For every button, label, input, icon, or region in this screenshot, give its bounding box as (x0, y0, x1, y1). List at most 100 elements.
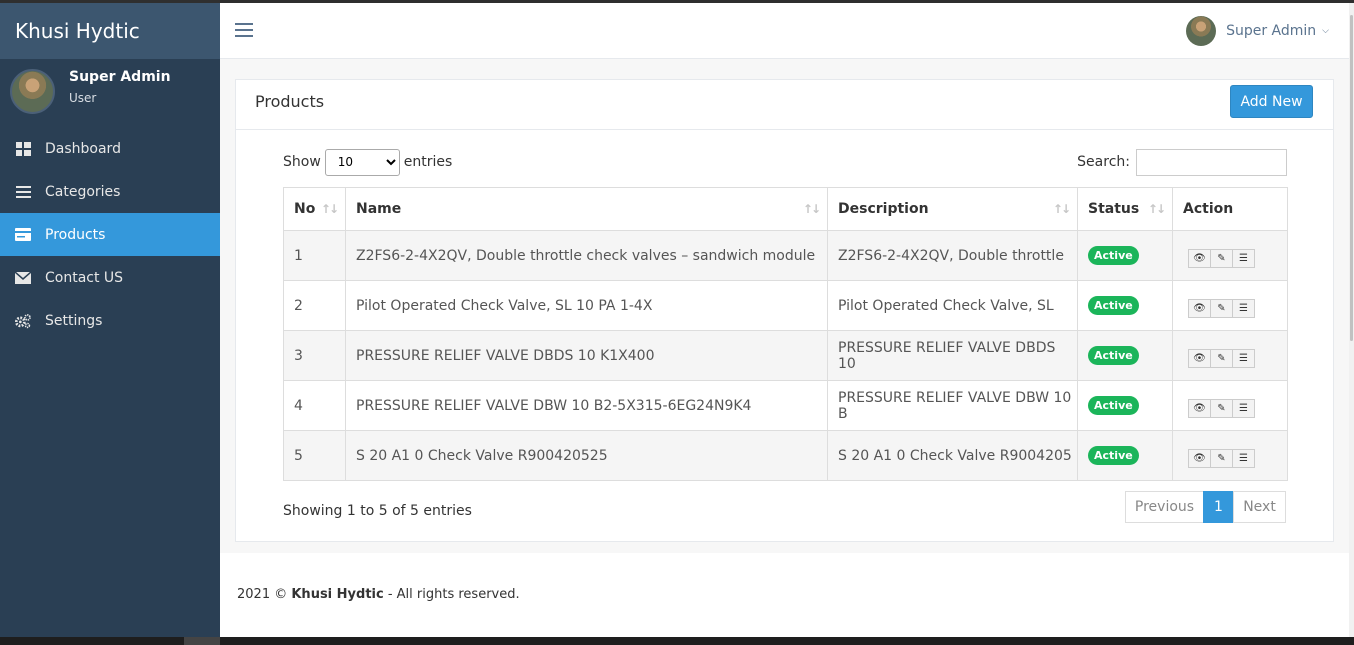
menu-icon[interactable]: ☰ (1232, 399, 1255, 418)
cell-description: S 20 A1 0 Check Valve R9004205 (827, 430, 1078, 481)
edit-icon[interactable]: ✎ (1210, 299, 1233, 318)
cell-name: PRESSURE RELIEF VALVE DBW 10 B2-5X315-6E… (345, 380, 828, 431)
envelope-icon (15, 270, 31, 286)
edit-icon[interactable]: ✎ (1210, 349, 1233, 368)
brand-title: Khusi Hydtic (15, 19, 140, 43)
menu-icon[interactable]: ☰ (1232, 299, 1255, 318)
column-header-action: Action (1172, 187, 1288, 231)
gears-icon (15, 313, 31, 329)
cell-no: 4 (283, 380, 346, 431)
view-icon[interactable]: 👁 (1188, 449, 1211, 468)
column-header-no[interactable]: No ↑↓ (283, 187, 346, 231)
user-name: Super Admin (1226, 23, 1317, 39)
cell-status: Active (1077, 380, 1173, 431)
sidebar-item-settings[interactable]: Settings (0, 299, 220, 342)
chevron-down-icon: ⌵ (1322, 26, 1329, 36)
copyright: 2021 © Khusi Hydtic - All rights reserve… (237, 587, 520, 602)
profile-role: User (69, 91, 97, 105)
search-input[interactable] (1136, 148, 1287, 176)
list-icon (15, 184, 31, 200)
edit-icon[interactable]: ✎ (1210, 249, 1233, 268)
cell-actions: 👁 ✎ ☰ (1172, 330, 1288, 381)
menu-icon[interactable]: ☰ (1232, 349, 1255, 368)
table-row: 2 Pilot Operated Check Valve, SL 10 PA 1… (283, 280, 1288, 331)
entries-label: entries (403, 154, 453, 170)
status-badge: Active (1088, 296, 1139, 315)
cell-actions: 👁 ✎ ☰ (1172, 380, 1288, 431)
cell-actions: 👁 ✎ ☰ (1172, 230, 1288, 281)
cell-name: Pilot Operated Check Valve, SL 10 PA 1-4… (345, 280, 828, 331)
previous-button[interactable]: Previous (1125, 491, 1204, 523)
avatar (1186, 16, 1217, 46)
menu-icon[interactable]: ☰ (1232, 249, 1255, 268)
add-new-button[interactable]: Add New (1230, 85, 1313, 118)
sort-icon: ↑↓ (1052, 202, 1071, 216)
cell-no: 2 (283, 280, 346, 331)
cell-description: PRESSURE RELIEF VALVE DBDS 10 (827, 330, 1078, 381)
products-table: No ↑↓ Name ↑↓ Description ↑↓ Status ↑↓ Actio… (283, 187, 1288, 481)
edit-icon[interactable]: ✎ (1210, 449, 1233, 468)
table-search: Search: (1077, 148, 1287, 176)
cell-status: Active (1077, 430, 1173, 481)
sidebar-item-label: Categories (45, 183, 121, 200)
next-button[interactable]: Next (1233, 491, 1286, 523)
vertical-scrollbar[interactable] (1349, 3, 1354, 637)
cell-no: 1 (283, 230, 346, 281)
cell-name: S 20 A1 0 Check Valve R900420525 (345, 430, 828, 481)
avatar (10, 69, 55, 114)
brand[interactable]: Khusi Hydtic (0, 3, 220, 59)
status-badge: Active (1088, 446, 1139, 465)
menu-toggle-icon[interactable] (235, 23, 253, 39)
table-row: 5 S 20 A1 0 Check Valve R900420525 S 20 … (283, 430, 1288, 481)
sidebar-profile: Super Admin User (0, 59, 220, 125)
page-length-select[interactable]: 10 (324, 148, 400, 176)
sidebar-nav: Dashboard Categories Products Contact US… (0, 127, 220, 342)
cell-name: Z2FS6-2-4X2QV, Double throttle check val… (345, 230, 828, 281)
sidebar-item-categories[interactable]: Categories (0, 170, 220, 213)
footer: 2021 © Khusi Hydtic - All rights reserve… (220, 553, 1349, 637)
pagination: Previous 1 Next (1125, 491, 1286, 523)
sidebar-item-products[interactable]: Products (0, 213, 220, 256)
card-icon (15, 227, 31, 243)
cell-status: Active (1077, 230, 1173, 281)
table-row: 4 PRESSURE RELIEF VALVE DBW 10 B2-5X315-… (283, 380, 1288, 431)
sort-icon: ↑↓ (802, 202, 821, 216)
view-icon[interactable]: 👁 (1188, 249, 1211, 268)
column-header-status[interactable]: Status ↑↓ (1077, 187, 1173, 231)
table-controls: Show 10 entries Search: (283, 148, 1287, 176)
sidebar-item-label: Dashboard (45, 140, 121, 157)
edit-icon[interactable]: ✎ (1210, 399, 1233, 418)
view-icon[interactable]: 👁 (1188, 399, 1211, 418)
dashboard-icon (15, 141, 31, 157)
show-label: Show (283, 154, 321, 170)
cell-description: Z2FS6-2-4X2QV, Double throttle (827, 230, 1078, 281)
sidebar-item-label: Contact US (45, 269, 124, 286)
page-button-current[interactable]: 1 (1203, 491, 1234, 523)
search-label: Search: (1077, 154, 1130, 170)
horizontal-scrollbar[interactable] (0, 637, 1354, 645)
cell-name: PRESSURE RELIEF VALVE DBDS 10 K1X400 (345, 330, 828, 381)
view-icon[interactable]: 👁 (1188, 349, 1211, 368)
column-header-name[interactable]: Name ↑↓ (345, 187, 828, 231)
sidebar-item-dashboard[interactable]: Dashboard (0, 127, 220, 170)
sidebar: Khusi Hydtic Super Admin User Dashboard … (0, 3, 220, 637)
sort-icon: ↑↓ (320, 202, 339, 216)
cell-status: Active (1077, 280, 1173, 331)
table-info: Showing 1 to 5 of 5 entries (283, 503, 472, 519)
user-menu[interactable]: Super Admin ⌵ (1186, 16, 1329, 46)
view-icon[interactable]: 👁 (1188, 299, 1211, 318)
sidebar-item-label: Products (45, 226, 106, 243)
status-badge: Active (1088, 246, 1139, 265)
profile-name: Super Admin (69, 69, 171, 85)
status-badge: Active (1088, 346, 1139, 365)
sidebar-item-contact-us[interactable]: Contact US (0, 256, 220, 299)
menu-icon[interactable]: ☰ (1232, 449, 1255, 468)
sidebar-item-label: Settings (45, 312, 103, 329)
page-title: Products (255, 92, 325, 111)
column-header-description[interactable]: Description ↑↓ (827, 187, 1078, 231)
cell-no: 3 (283, 330, 346, 381)
top-nav: Super Admin ⌵ (220, 3, 1349, 59)
cell-actions: 👁 ✎ ☰ (1172, 280, 1288, 331)
table-row: 3 PRESSURE RELIEF VALVE DBDS 10 K1X400 P… (283, 330, 1288, 381)
table-header-row: No ↑↓ Name ↑↓ Description ↑↓ Status ↑↓ Actio… (283, 187, 1288, 231)
